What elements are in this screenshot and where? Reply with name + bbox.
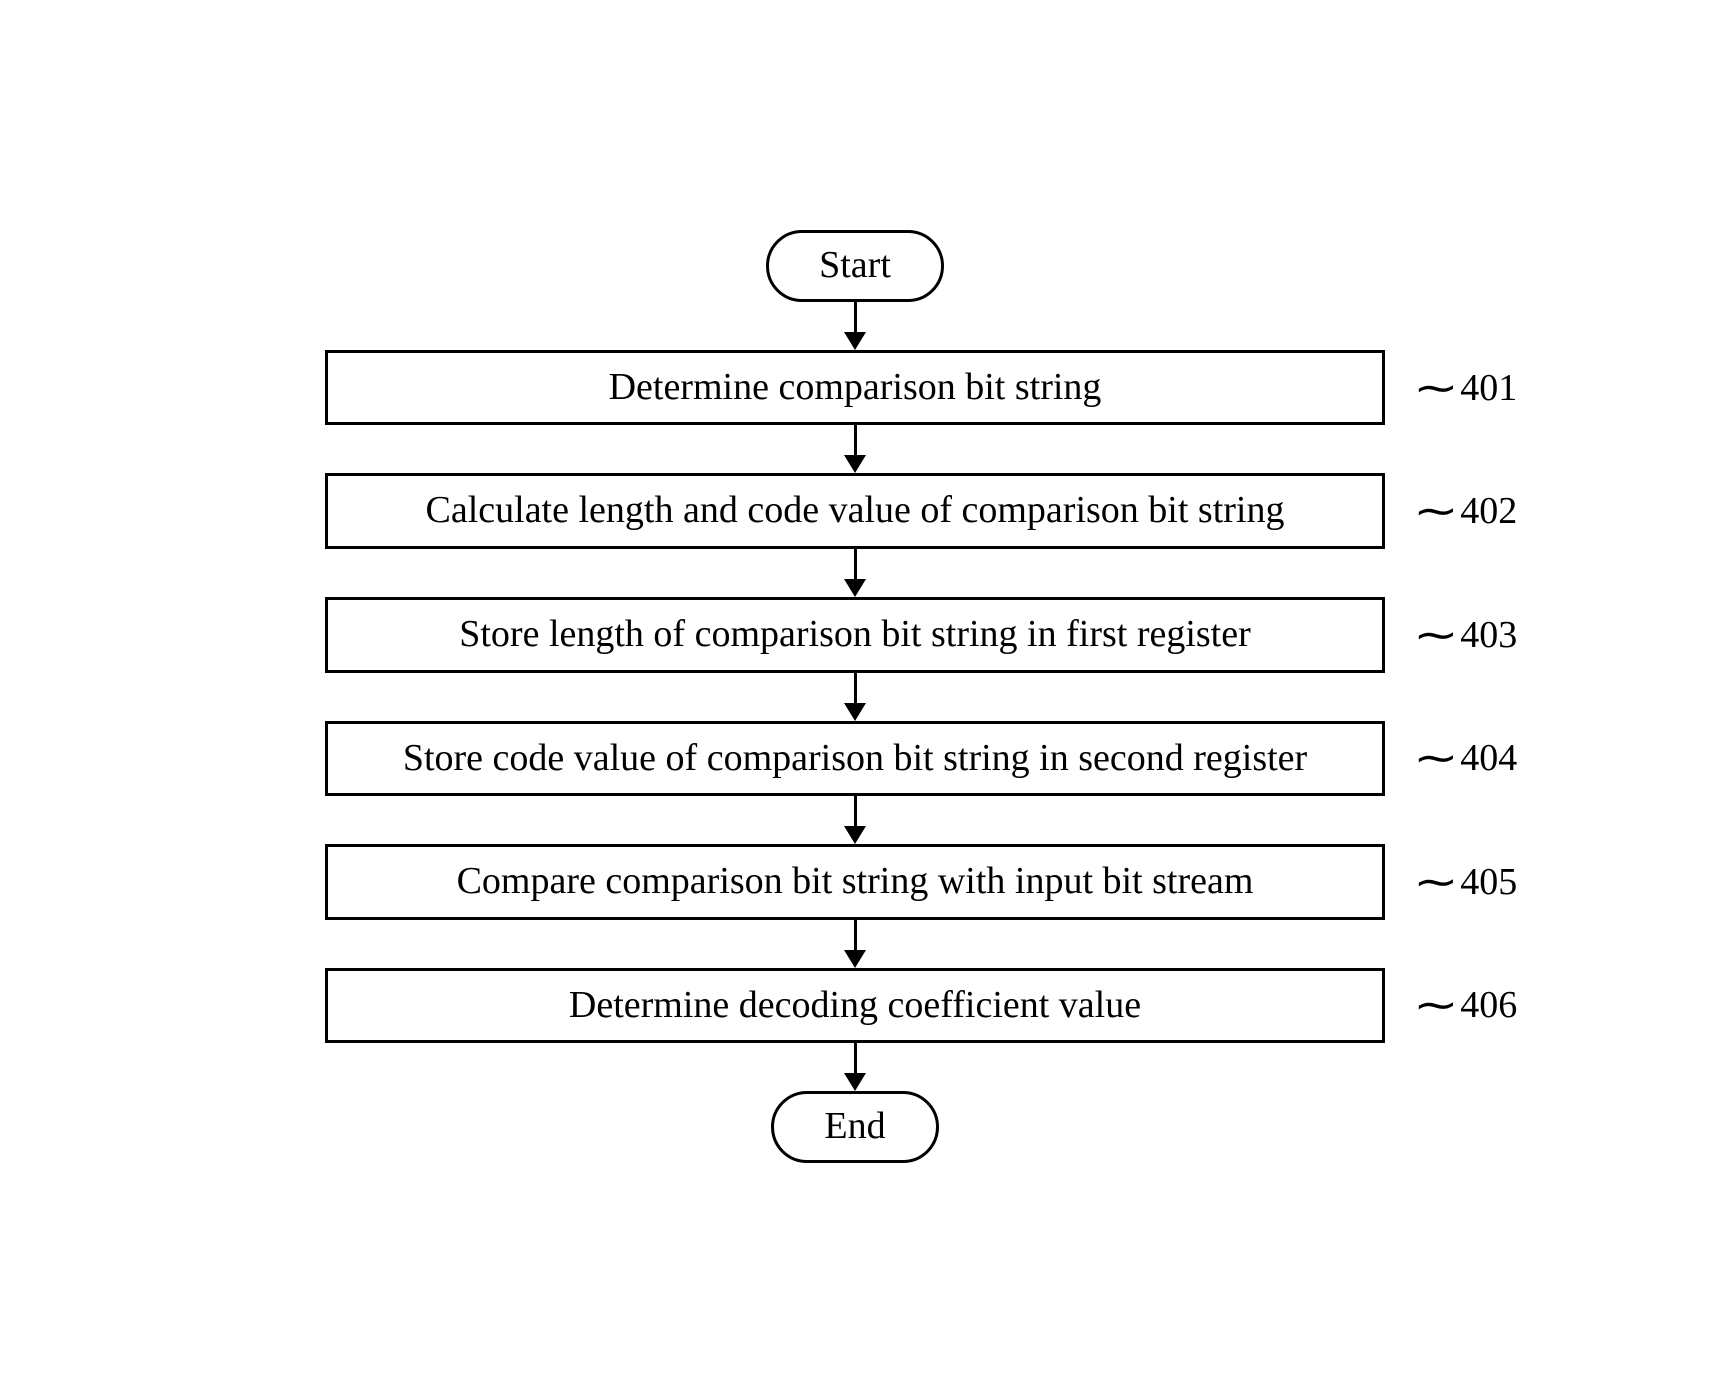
ref-402: ∼402	[1413, 486, 1517, 536]
step-label: Calculate length and code value of compa…	[426, 489, 1285, 531]
arrow	[844, 425, 866, 473]
step-label: Store code value of comparison bit strin…	[403, 737, 1307, 779]
step-row-405: Compare comparison bit string with input…	[325, 844, 1385, 920]
step-403: Store length of comparison bit string in…	[325, 597, 1385, 673]
ref-401: ∼401	[1413, 363, 1517, 413]
ref-number: 401	[1460, 366, 1517, 410]
step-406: Determine decoding coefficient value	[325, 968, 1385, 1044]
ref-404: ∼404	[1413, 733, 1517, 783]
start-label: Start	[819, 244, 891, 286]
ref-406: ∼406	[1413, 980, 1517, 1030]
ref-403: ∼403	[1413, 610, 1517, 660]
arrow	[844, 302, 866, 350]
step-row-404: Store code value of comparison bit strin…	[325, 721, 1385, 797]
arrow	[844, 920, 866, 968]
end-label: End	[824, 1105, 885, 1147]
arrow	[844, 549, 866, 597]
leader-tilde: ∼	[1413, 610, 1459, 660]
ref-number: 405	[1460, 860, 1517, 904]
step-row-403: Store length of comparison bit string in…	[325, 597, 1385, 673]
step-label: Determine decoding coefficient value	[569, 984, 1141, 1026]
ref-number: 402	[1460, 489, 1517, 533]
flowchart: Start Determine comparison bit string ∼4…	[325, 230, 1385, 1163]
arrow	[844, 1043, 866, 1091]
ref-number: 406	[1460, 983, 1517, 1027]
arrow	[844, 673, 866, 721]
step-401: Determine comparison bit string	[325, 350, 1385, 426]
ref-number: 404	[1460, 736, 1517, 780]
step-label: Compare comparison bit string with input…	[457, 860, 1254, 902]
start-terminal: Start	[766, 230, 944, 302]
leader-tilde: ∼	[1413, 857, 1459, 907]
step-405: Compare comparison bit string with input…	[325, 844, 1385, 920]
step-row-401: Determine comparison bit string ∼401	[325, 350, 1385, 426]
ref-405: ∼405	[1413, 857, 1517, 907]
arrow	[844, 796, 866, 844]
step-row-406: Determine decoding coefficient value ∼40…	[325, 968, 1385, 1044]
step-label: Determine comparison bit string	[609, 366, 1102, 408]
leader-tilde: ∼	[1413, 486, 1459, 536]
leader-tilde: ∼	[1413, 980, 1459, 1030]
end-terminal: End	[771, 1091, 938, 1163]
ref-number: 403	[1460, 613, 1517, 657]
step-row-402: Calculate length and code value of compa…	[325, 473, 1385, 549]
step-label: Store length of comparison bit string in…	[459, 613, 1251, 655]
step-404: Store code value of comparison bit strin…	[325, 721, 1385, 797]
step-402: Calculate length and code value of compa…	[325, 473, 1385, 549]
leader-tilde: ∼	[1413, 733, 1459, 783]
leader-tilde: ∼	[1413, 363, 1459, 413]
